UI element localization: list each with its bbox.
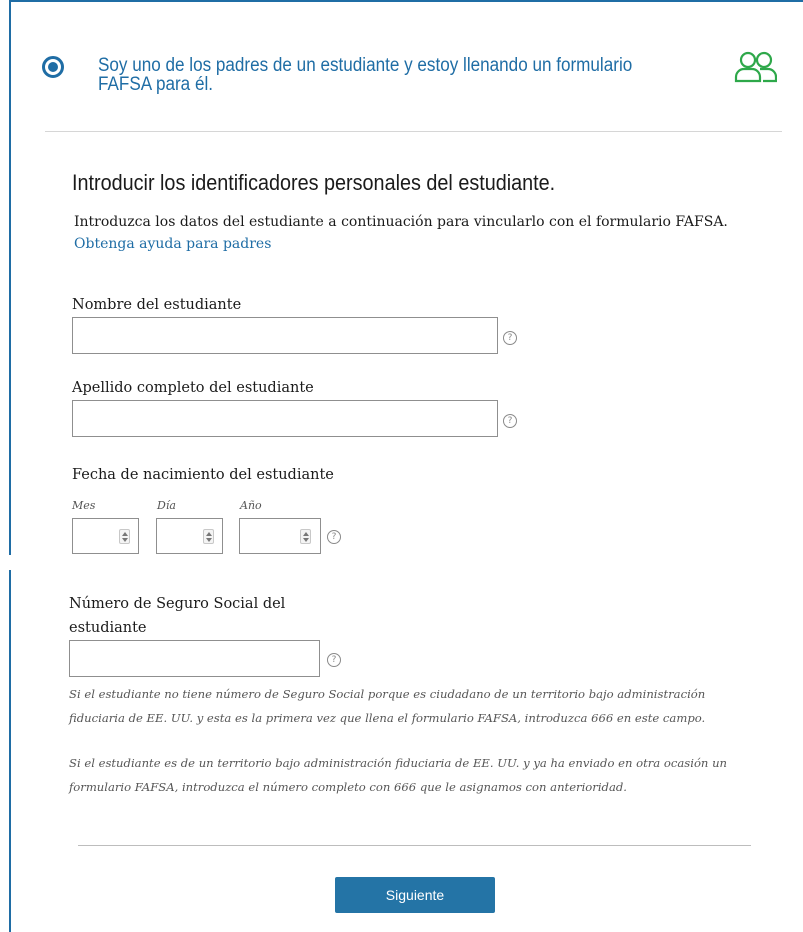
first-name-label: Nombre del estudiante [72, 297, 242, 313]
intro-text: Introduzca los datos del estudiante a co… [74, 214, 728, 230]
year-stepper[interactable] [300, 529, 311, 544]
day-label: Día [157, 499, 176, 512]
help-icon[interactable]: ? [327, 530, 341, 544]
divider [45, 131, 782, 132]
ssn-note-1: Si el estudiante no tiene número de Segu… [69, 687, 706, 701]
year-label: Año [240, 499, 262, 512]
divider [78, 845, 751, 846]
ssn-note-2: formulario FAFSA, introduzca el número c… [69, 780, 627, 794]
role-option-label[interactable]: Soy uno de los padres de un estudiante y… [98, 56, 674, 94]
next-button[interactable]: Siguiente [335, 877, 495, 913]
help-icon[interactable]: ? [503, 331, 517, 345]
ssn-label: Número de Seguro Social del [69, 596, 286, 612]
parent-help-link[interactable]: Obtenga ayuda para padres [74, 236, 271, 252]
help-icon[interactable]: ? [327, 653, 341, 667]
dob-label: Fecha de nacimiento del estudiante [72, 467, 334, 483]
first-name-input[interactable] [72, 317, 498, 354]
last-name-input[interactable] [72, 400, 498, 437]
people-icon [734, 51, 777, 83]
ssn-note-2: Si el estudiante es de un territorio baj… [69, 756, 728, 770]
section-heading: Introducir los identificadores personale… [72, 170, 556, 195]
ssn-note-1: fiduciaria de EE. UU. y esta es la prime… [69, 711, 706, 725]
help-icon[interactable]: ? [503, 414, 517, 428]
ssn-label: estudiante [69, 620, 147, 636]
month-stepper[interactable] [119, 529, 130, 544]
day-stepper[interactable] [203, 529, 214, 544]
month-label: Mes [72, 499, 96, 512]
ssn-input[interactable] [69, 640, 320, 677]
role-radio-selected[interactable] [42, 56, 64, 78]
last-name-label: Apellido completo del estudiante [72, 380, 314, 396]
